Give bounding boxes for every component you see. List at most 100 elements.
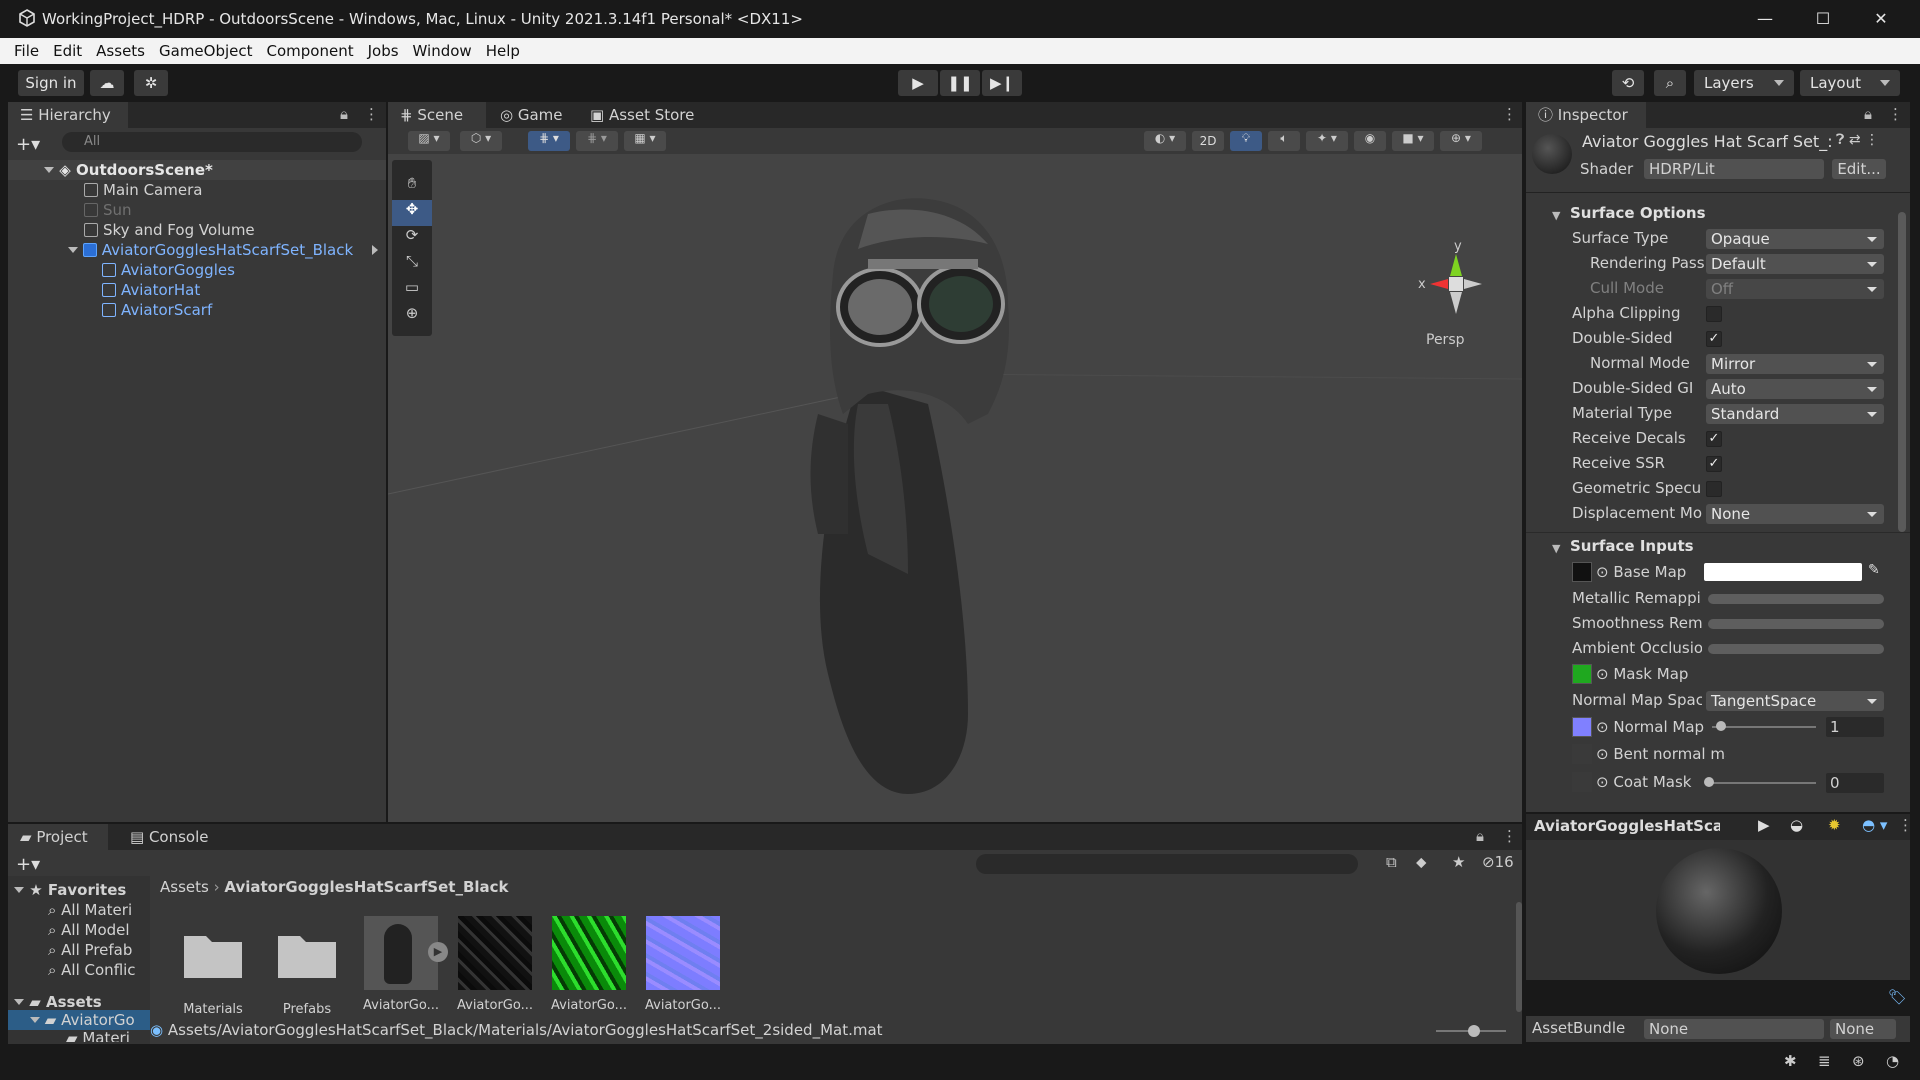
visibility-icon[interactable]: ◉: [1354, 131, 1386, 151]
kebab-menu-icon[interactable]: ⋮: [364, 105, 379, 123]
assetbundle-dropdown[interactable]: None: [1644, 1019, 1824, 1039]
asset-folder-prefabs[interactable]: Prefabs: [268, 916, 346, 1017]
play-button[interactable]: ▶: [898, 70, 938, 96]
kebab-menu-icon[interactable]: ⋮: [1502, 827, 1517, 845]
audio-icon[interactable]: 🔈︎: [1268, 131, 1300, 151]
layers-dropdown[interactable]: Layers: [1694, 70, 1794, 96]
chevron-down-icon[interactable]: ▼: [1552, 209, 1560, 222]
assets-tree-grandchild[interactable]: ▰ Materi: [8, 1028, 150, 1042]
kebab-menu-icon[interactable]: ⋮: [1888, 105, 1903, 123]
lock-icon[interactable]: 🔒︎: [340, 105, 348, 123]
coat-mask-value-field[interactable]: 0: [1826, 773, 1884, 793]
coat-mask-texture-icon[interactable]: [1572, 772, 1592, 792]
asset-folder-materials[interactable]: Materials: [174, 916, 252, 1017]
inspector-scrollbar[interactable]: [1898, 212, 1906, 532]
asset-prefab[interactable]: ▶ AviatorGo...: [362, 916, 448, 1013]
receive-decals-checkbox[interactable]: ✓: [1706, 431, 1722, 447]
minimize-button[interactable]: —: [1736, 0, 1794, 38]
favorite-item[interactable]: ⌕ All Conflic: [8, 960, 150, 980]
hidden-count-icon[interactable]: ⊘16: [1482, 853, 1514, 871]
gizmos-icon[interactable]: ⊕ ▾: [1440, 131, 1482, 151]
chevron-right-icon[interactable]: [372, 245, 378, 255]
double-sided-checkbox[interactable]: ✓: [1706, 331, 1722, 347]
tab-scene[interactable]: ⋕ Scene: [388, 102, 486, 128]
layers-stack-icon[interactable]: ≣: [1818, 1052, 1831, 1070]
assetbundle-variant-dropdown[interactable]: None: [1830, 1019, 1896, 1039]
thumbnail-size-thumb[interactable]: [1468, 1025, 1480, 1037]
project-scrollbar[interactable]: [1516, 902, 1522, 1012]
snap-increment-icon[interactable]: ⋕ ▾: [576, 131, 618, 151]
favorite-item[interactable]: ⌕ All Model: [8, 920, 150, 940]
normal-map-slider-thumb[interactable]: [1716, 721, 1726, 731]
surface-inputs-header[interactable]: Surface Inputs: [1570, 537, 1694, 555]
ambient-occlusion-range-slider[interactable]: [1708, 644, 1884, 654]
collab-icon[interactable]: ✲: [134, 70, 168, 96]
coat-mask-slider-track[interactable]: [1712, 782, 1816, 784]
filter-type-icon[interactable]: ⧉: [1386, 853, 1397, 871]
asset-texture-mask[interactable]: AviatorGo...: [550, 916, 628, 1013]
assets-tree-root[interactable]: ▰ Assets: [8, 992, 150, 1012]
progress-icon[interactable]: ◔: [1886, 1052, 1899, 1070]
network-icon[interactable]: ⊛: [1852, 1052, 1865, 1070]
coat-mask-slider-thumb[interactable]: [1704, 777, 1714, 787]
edit-shader-button[interactable]: Edit...: [1832, 159, 1886, 179]
alpha-clipping-checkbox[interactable]: [1706, 306, 1722, 322]
tab-hierarchy[interactable]: ☰ Hierarchy: [8, 102, 128, 128]
tab-game[interactable]: ◎ Game: [488, 102, 578, 128]
camera-icon[interactable]: ■ ▾: [1392, 131, 1434, 151]
menu-help[interactable]: Help: [479, 38, 527, 64]
hierarchy-item-hat[interactable]: AviatorHat: [8, 280, 386, 300]
kebab-menu-icon[interactable]: ⋮: [1898, 816, 1913, 834]
menu-component[interactable]: Component: [260, 38, 361, 64]
tab-project[interactable]: ▰ Project: [8, 824, 108, 850]
scene-viewport[interactable]: y x Persp: [388, 154, 1522, 822]
maximize-button[interactable]: ☐: [1794, 0, 1852, 38]
breadcrumb-root[interactable]: Assets: [160, 878, 209, 896]
menu-window[interactable]: Window: [406, 38, 479, 64]
hierarchy-item-sun[interactable]: Sun: [8, 200, 386, 220]
base-map-texture-icon[interactable]: [1572, 562, 1592, 582]
cloud-icon[interactable]: ☁: [90, 70, 124, 96]
kebab-menu-icon[interactable]: ⋮: [1502, 105, 1517, 123]
layout-dropdown[interactable]: Layout: [1800, 70, 1900, 96]
light-icon[interactable]: ✹: [1828, 816, 1841, 834]
tag-icon[interactable]: 🏷︎: [1888, 988, 1907, 1006]
hand-tool-icon[interactable]: ✋︎: [392, 174, 432, 200]
rotate-tool-icon[interactable]: ⟳: [392, 226, 432, 252]
mode-2d-button[interactable]: 2D: [1192, 131, 1224, 151]
effects-icon[interactable]: ✦ ▾: [1306, 131, 1348, 151]
smoothness-range-slider[interactable]: [1708, 619, 1884, 629]
transform-tool-icon[interactable]: ⊕: [392, 304, 432, 330]
normal-map-slider-track[interactable]: [1712, 726, 1816, 728]
render-mode-icon[interactable]: ⬡ ▾: [460, 131, 502, 151]
ruler-icon[interactable]: ▦ ▾: [624, 131, 666, 151]
menu-file[interactable]: File: [0, 38, 46, 64]
hierarchy-search-input[interactable]: All: [62, 132, 362, 152]
metallic-range-slider[interactable]: [1708, 594, 1884, 604]
draw-mode-icon[interactable]: ▨ ▾: [408, 131, 450, 151]
favorites-header[interactable]: ★ Favorites: [8, 880, 150, 900]
scale-tool-icon[interactable]: ⤡: [392, 252, 432, 278]
geometric-specular-checkbox[interactable]: [1706, 481, 1722, 497]
bent-normal-texture-icon[interactable]: [1572, 744, 1592, 764]
assets-tree-child[interactable]: ▰ AviatorGo: [8, 1010, 150, 1030]
favorite-item[interactable]: ⌕ All Prefab: [8, 940, 150, 960]
menu-assets[interactable]: Assets: [89, 38, 152, 64]
asset-texture-normal[interactable]: AviatorGo...: [644, 916, 722, 1013]
displacement-mode-dropdown[interactable]: None: [1706, 504, 1884, 524]
rect-tool-icon[interactable]: ▭: [392, 278, 432, 304]
bug-icon[interactable]: ✱: [1784, 1052, 1797, 1070]
play-preview-icon[interactable]: ▶: [1758, 816, 1770, 834]
eyedropper-icon[interactable]: ✎: [1868, 562, 1880, 578]
lock-icon[interactable]: 🔒︎: [1864, 105, 1872, 123]
hierarchy-item-sky-fog[interactable]: Sky and Fog Volume: [8, 220, 386, 240]
shading-icon[interactable]: ◐ ▾: [1144, 131, 1186, 151]
lighting-icon[interactable]: 💡︎: [1230, 131, 1262, 151]
asset-texture-basemap[interactable]: AviatorGo...: [456, 916, 534, 1013]
close-button[interactable]: ✕: [1852, 0, 1910, 38]
rendering-pass-dropdown[interactable]: Default: [1706, 254, 1884, 274]
add-asset-icon[interactable]: +▾: [16, 854, 40, 875]
sign-in-button[interactable]: Sign in: [18, 70, 84, 96]
shader-dropdown[interactable]: HDRP/Lit: [1644, 159, 1824, 179]
chevron-down-icon[interactable]: ▼: [1552, 542, 1560, 555]
